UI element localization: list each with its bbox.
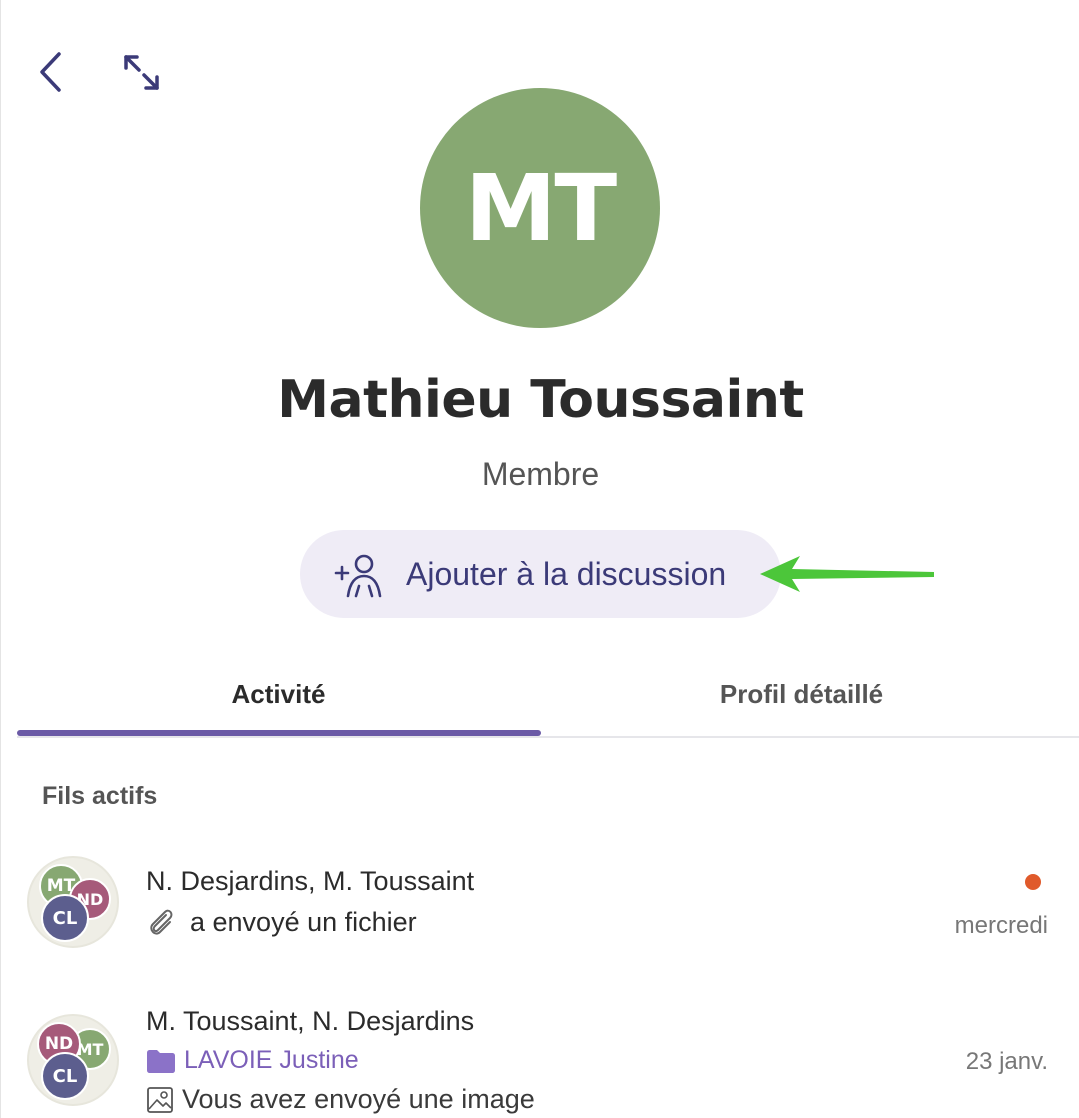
expand-arrows-icon [124,55,159,90]
tab-activity[interactable]: Activité [17,660,540,736]
section-title: Fils actifs [42,782,158,810]
thread-list-item[interactable]: MT ND CL M. Toussaint, N. Desjardins LAV… [17,1006,1064,1118]
thread-date: mercredi [954,912,1048,939]
thread-preview-text: Vous avez envoyé une image [182,1084,535,1114]
thread-date: 23 janv. [965,1048,1048,1075]
avatar: CL [41,894,89,942]
group-avatar: MT ND CL [27,1014,119,1106]
profile-role: Membre [481,456,600,492]
annotation-arrow-icon [760,556,934,592]
thread-folder[interactable]: LAVOIE Justine [146,1046,359,1075]
thread-list-item[interactable]: MT ND CL N. Desjardins, M. Toussaint a e… [17,852,1064,962]
tab-detailed-profile[interactable]: Profil détaillé [540,660,1063,736]
folder-name: LAVOIE Justine [184,1046,359,1074]
thread-preview-text: a envoyé un fichier [190,906,417,937]
group-avatar: MT ND CL [27,856,119,948]
contact-profile-panel: MT Mathieu Toussaint Membre Ajouter à la… [0,0,1079,1118]
image-icon [147,1086,173,1113]
profile-tabs: Activité Profil détaillé [17,660,1079,738]
active-tab-indicator [17,730,541,736]
thread-participants: M. Toussaint, N. Desjardins [146,1006,475,1036]
add-person-icon [334,554,382,598]
thread-participants: N. Desjardins, M. Toussaint [146,866,475,896]
profile-name: Mathieu Toussaint [277,370,804,430]
profile-avatar: MT [420,88,660,328]
profile-initials: MT [464,154,617,262]
add-to-discussion-label: Ajouter à la discussion [406,556,727,592]
thread-preview: Vous avez envoyé une image [146,1084,535,1115]
paperclip-icon [150,909,173,935]
avatar: CL [41,1052,89,1100]
back-button[interactable] [31,48,75,96]
unread-indicator [1025,874,1041,890]
chevron-left-icon [40,52,61,92]
add-to-discussion-button[interactable]: Ajouter à la discussion [300,530,781,618]
folder-icon [147,1049,175,1073]
expand-button[interactable] [117,50,167,96]
thread-preview: a envoyé un fichier [146,906,417,938]
